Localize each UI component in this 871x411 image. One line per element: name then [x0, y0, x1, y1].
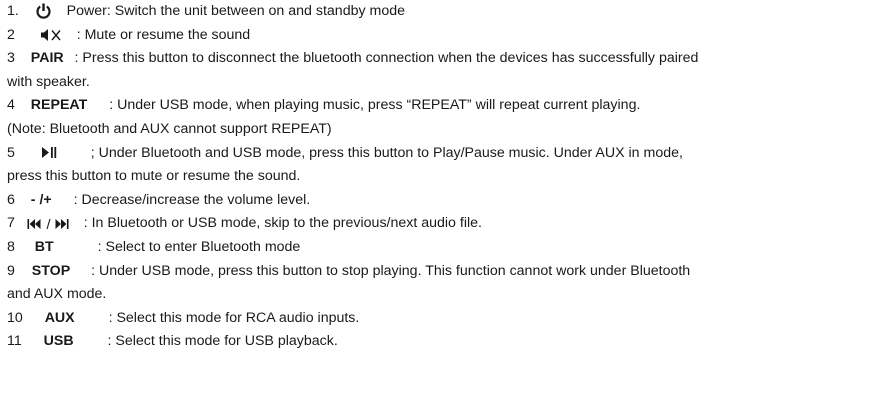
- list-item-aux: 10 AUX : Select this mode for RCA audio …: [7, 307, 869, 331]
- item-text: : Decrease/increase the volume level.: [73, 191, 311, 208]
- item-number: 5: [7, 144, 15, 161]
- item-number: 9: [7, 262, 15, 279]
- instruction-list: 1. Power: Switch the unit between on and…: [7, 0, 869, 354]
- list-item-stop: 9 STOP : Under USB mode, press this butt…: [7, 260, 869, 284]
- item-text: : Under USB mode, press this button to s…: [91, 262, 691, 279]
- list-item-volume: 6 - /+ : Decrease/increase the volume le…: [7, 189, 869, 213]
- item-text: ; Under Bluetooth and USB mode, press th…: [90, 144, 683, 161]
- item-key: USB: [43, 333, 74, 350]
- item-text-continued: (Note: Bluetooth and AUX cannot support …: [7, 120, 332, 137]
- item-number: 8: [7, 238, 15, 255]
- list-item-continuation: press this button to mute or resume the …: [7, 165, 869, 189]
- list-item-power: 1. Power: Switch the unit between on and…: [7, 0, 869, 24]
- item-number: 2: [7, 26, 15, 43]
- list-item-skip: 7 : In Bluetooth or USB mode, skip to th…: [7, 212, 869, 236]
- item-text: : Select this mode for RCA audio inputs.: [108, 309, 360, 326]
- item-text: : Select this mode for USB playback.: [107, 333, 338, 350]
- item-text-continued: and AUX mode.: [7, 286, 107, 303]
- item-key: PAIR: [30, 50, 64, 67]
- item-number: 7: [7, 215, 15, 232]
- item-text: : Under USB mode, when playing music, pr…: [109, 97, 641, 114]
- item-text: : In Bluetooth or USB mode, skip to the …: [83, 215, 482, 232]
- item-text: : Press this button to disconnect the bl…: [74, 50, 699, 67]
- list-item-continuation: (Note: Bluetooth and AUX cannot support …: [7, 118, 869, 142]
- item-number: 6: [7, 191, 15, 208]
- item-key: AUX: [44, 309, 75, 326]
- play-pause-icon: [41, 146, 57, 159]
- skip-prev-next-icon: [27, 218, 69, 230]
- list-item-play-pause: 5 ; Under Bluetooth and USB mode, press …: [7, 142, 869, 166]
- item-key: - /+: [30, 191, 52, 208]
- list-item-continuation: with speaker.: [7, 71, 869, 95]
- item-key: REPEAT: [30, 97, 88, 114]
- item-text: : Select to enter Bluetooth mode: [97, 238, 301, 255]
- item-number: 1.: [7, 3, 19, 19]
- power-icon: [36, 3, 51, 19]
- item-key: BT: [34, 238, 54, 255]
- item-text: : Mute or resume the sound: [76, 26, 251, 43]
- item-number: 10: [7, 309, 23, 326]
- mute-icon: [40, 28, 62, 42]
- list-item-mute: 2 : Mute or resume the sound: [7, 24, 869, 48]
- item-text-continued: with speaker.: [7, 73, 90, 90]
- item-number: 3: [7, 50, 15, 67]
- item-text-continued: press this button to mute or resume the …: [7, 168, 301, 185]
- list-item-pair: 3 PAIR : Press this button to disconnect…: [7, 47, 869, 71]
- list-item-usb: 11 USB : Select this mode for USB playba…: [7, 330, 869, 354]
- item-text: Power: Switch the unit between on and st…: [66, 3, 406, 19]
- list-item-continuation: and AUX mode.: [7, 283, 869, 307]
- item-number: 4: [7, 97, 15, 114]
- list-item-bt: 8 BT : Select to enter Bluetooth mode: [7, 236, 869, 260]
- item-key: STOP: [31, 262, 71, 279]
- item-number: 11: [7, 333, 22, 350]
- list-item-repeat: 4 REPEAT : Under USB mode, when playing …: [7, 94, 869, 118]
